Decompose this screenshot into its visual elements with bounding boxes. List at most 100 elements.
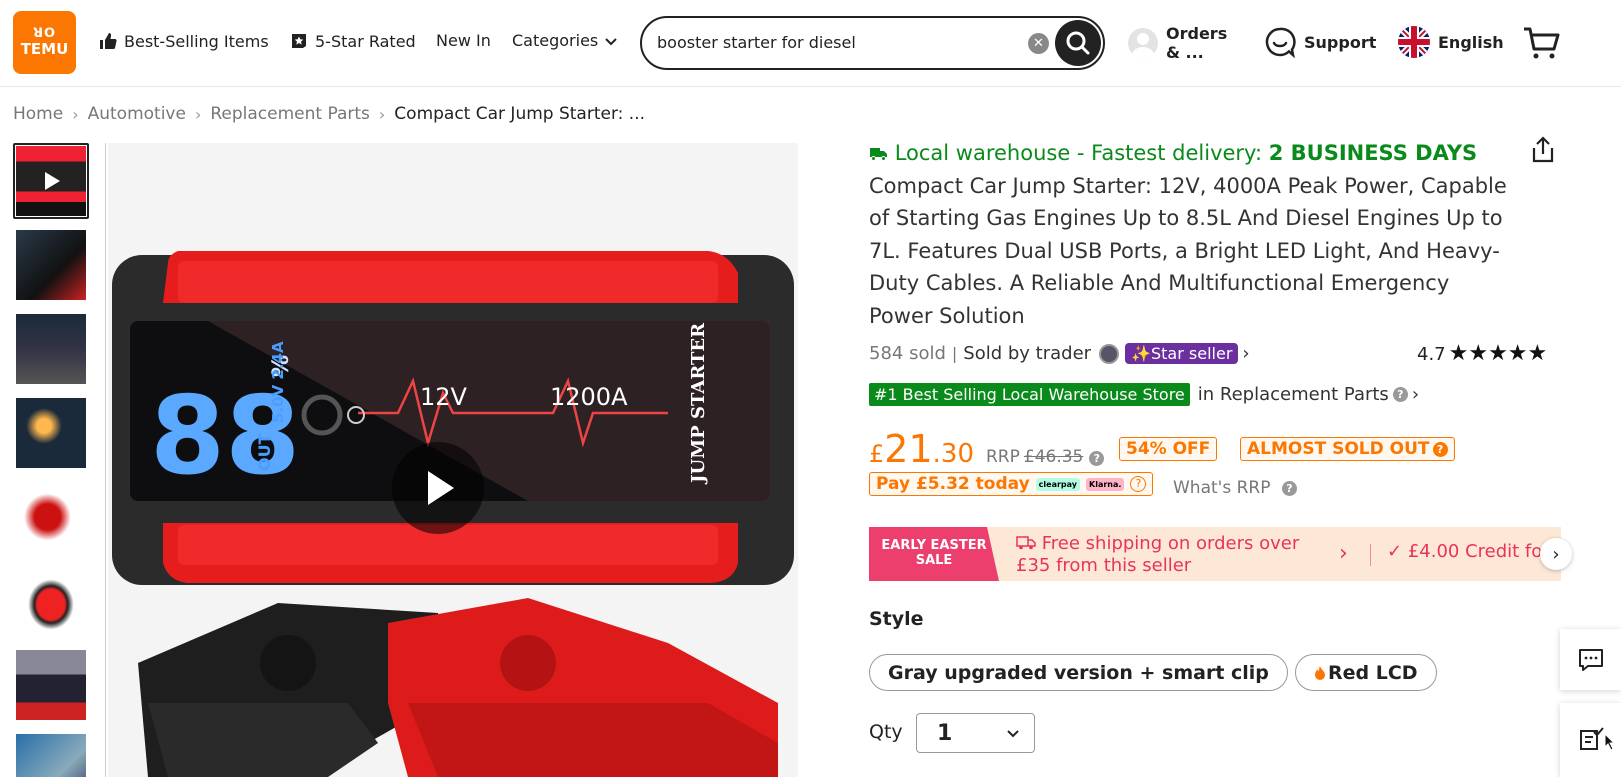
product-image[interactable]: 88 % OUT 5.0V 2.4A 12V 1200A JUMP STARTE… bbox=[108, 143, 798, 777]
breadcrumb-separator: › bbox=[194, 104, 202, 124]
play-icon bbox=[45, 172, 60, 190]
thumbnail[interactable] bbox=[13, 563, 89, 639]
chevron-right-icon: › bbox=[1411, 384, 1420, 405]
orders-account[interactable]: Orders & ... bbox=[1128, 24, 1236, 62]
style-option-red[interactable]: Red LCD bbox=[1295, 654, 1437, 691]
price-row: £ 21 .30 RRP £46.35 ? bbox=[869, 427, 1105, 471]
orders-label: Orders & ... bbox=[1166, 24, 1228, 62]
rrp-value: £46.35 bbox=[1023, 447, 1084, 467]
truck-icon bbox=[870, 148, 887, 161]
thumbnail[interactable] bbox=[13, 479, 89, 555]
thumbnail[interactable] bbox=[13, 647, 89, 723]
price-main: 21 bbox=[884, 427, 933, 471]
star-badge-icon bbox=[292, 34, 306, 48]
language-selector[interactable]: English bbox=[1398, 26, 1504, 58]
help-icon[interactable]: ? bbox=[1089, 451, 1105, 466]
rating-value: 4.7 bbox=[1417, 343, 1446, 365]
logo-glyphs: ꓤꓳ bbox=[32, 26, 57, 41]
help-icon[interactable]: ? bbox=[1392, 387, 1408, 402]
nav-new-in-label: New In bbox=[436, 31, 491, 50]
jump-starter-illustration: 88 % OUT 5.0V 2.4A 12V 1200A JUMP STARTE… bbox=[112, 251, 794, 777]
style-option-gray[interactable]: Gray upgraded version + smart clip bbox=[869, 654, 1288, 691]
delivery-prefix: Local warehouse - Fastest delivery: bbox=[894, 141, 1263, 165]
checklist-button[interactable] bbox=[1560, 703, 1621, 777]
screen-voltage: 12V bbox=[420, 383, 468, 411]
info-icon: ? bbox=[1432, 441, 1448, 457]
support-label: Support bbox=[1304, 32, 1377, 52]
screen-current: 1200A bbox=[550, 383, 628, 411]
chat-icon bbox=[1578, 648, 1603, 671]
clear-icon[interactable]: ✕ bbox=[1028, 33, 1049, 54]
help-icon: ? bbox=[1281, 480, 1297, 496]
help-icon: ? bbox=[1130, 476, 1147, 492]
sales-stats: 584 sold | Sold by trader ✨Star seller › bbox=[869, 343, 1250, 364]
thumbs-up-icon bbox=[100, 33, 117, 49]
rating-stars: ★★★★★ bbox=[1448, 341, 1548, 366]
seller-chevron-icon[interactable]: › bbox=[1242, 343, 1249, 364]
avatar-icon bbox=[1128, 28, 1158, 58]
logo-text: TEMU bbox=[20, 40, 69, 58]
pay-today-badge[interactable]: Pay £5.32 today clearpay Klarna. ? bbox=[869, 472, 1154, 496]
uk-flag-icon bbox=[1398, 26, 1430, 58]
nav-best-selling[interactable]: Best-Selling Items bbox=[98, 31, 269, 51]
cursor-icon bbox=[1604, 733, 1616, 751]
checklist-icon bbox=[1579, 727, 1604, 750]
qty-select[interactable]: 1 bbox=[916, 713, 1035, 753]
whats-rrp-link[interactable]: What's RRP ? bbox=[1173, 478, 1297, 498]
breadcrumb-separator: › bbox=[72, 104, 79, 124]
nav-new-in[interactable]: New In bbox=[436, 31, 491, 50]
nav-categories[interactable]: Categories bbox=[512, 31, 618, 50]
best-seller-row[interactable]: #1 Best Selling Local Warehouse Store in… bbox=[869, 383, 1419, 406]
nav-categories-label: Categories bbox=[512, 31, 599, 50]
chevron-down-icon bbox=[605, 37, 617, 45]
truck-icon bbox=[1016, 536, 1036, 550]
breadcrumb-automotive[interactable]: Automotive bbox=[88, 104, 186, 124]
star-seller-label: Star seller bbox=[1151, 344, 1233, 363]
search-bar: booster starter for diesel ✕ bbox=[640, 16, 1105, 70]
share-icon bbox=[1532, 136, 1554, 163]
breadcrumb-replacement-parts[interactable]: Replacement Parts bbox=[210, 104, 370, 124]
clearpay-logo: clearpay bbox=[1035, 477, 1081, 491]
credit-text: ✓ £4.00 Credit fo bbox=[1387, 541, 1543, 562]
price-decimal: .30 bbox=[932, 439, 974, 469]
whats-rrp-label: What's RRP bbox=[1173, 478, 1271, 498]
chat-button[interactable] bbox=[1560, 629, 1621, 690]
site-header: ꓤꓳ TEMU Best-Selling Items 5-Star Rated … bbox=[0, 0, 1621, 87]
sold-count: 584 sold bbox=[869, 343, 946, 364]
qty-label: Qty bbox=[869, 721, 903, 743]
banner-next-button[interactable]: › bbox=[1540, 538, 1572, 570]
search-button[interactable] bbox=[1055, 20, 1101, 66]
temu-logo[interactable]: ꓤꓳ TEMU bbox=[13, 11, 76, 74]
delivery-info: Local warehouse - Fastest delivery: 2 BU… bbox=[869, 141, 1477, 165]
stock-status-badge[interactable]: ALMOST SOLD OUT? bbox=[1240, 437, 1455, 461]
support-icon bbox=[1265, 27, 1296, 58]
breadcrumb-separator: › bbox=[378, 104, 386, 124]
cart-button[interactable] bbox=[1522, 25, 1560, 65]
sold-by[interactable]: Sold by trader bbox=[963, 343, 1091, 364]
seller-avatar[interactable] bbox=[1099, 343, 1120, 364]
share-button[interactable] bbox=[1530, 136, 1556, 168]
free-shipping-label: Free shipping on orders over £35 from th… bbox=[1016, 533, 1300, 576]
rrp-label: RRP bbox=[986, 447, 1020, 467]
rating[interactable]: 4.7 ★★★★★ bbox=[1417, 343, 1547, 365]
discount-badge: 54% OFF bbox=[1119, 437, 1218, 461]
thumbnail[interactable] bbox=[13, 143, 89, 219]
credit-label: £4.00 Credit fo bbox=[1407, 541, 1543, 562]
breadcrumb-home[interactable]: Home bbox=[13, 104, 63, 124]
star-seller-badge[interactable]: ✨Star seller bbox=[1125, 343, 1239, 364]
thumbnail[interactable] bbox=[13, 395, 89, 471]
pay-today-label: Pay £5.32 today bbox=[876, 474, 1030, 494]
thumbnail[interactable] bbox=[13, 227, 89, 303]
promo-banner[interactable]: EARLY EASTER SALE Free shipping on order… bbox=[869, 527, 1561, 581]
easter-sale-tag: EARLY EASTER SALE bbox=[869, 527, 999, 581]
breadcrumb: Home › Automotive › Replacement Parts › … bbox=[13, 104, 645, 124]
thumbnail[interactable] bbox=[13, 311, 89, 387]
nav-five-star[interactable]: 5-Star Rated bbox=[289, 31, 416, 51]
flame-icon bbox=[1315, 665, 1325, 680]
gallery-divider bbox=[105, 143, 106, 777]
support-link[interactable]: Support bbox=[1264, 26, 1376, 58]
screen-out-label: OUT bbox=[255, 433, 274, 471]
thumbnail[interactable] bbox=[13, 731, 89, 777]
search-input[interactable]: booster starter for diesel bbox=[657, 33, 856, 52]
thumbnail-list bbox=[13, 143, 89, 777]
